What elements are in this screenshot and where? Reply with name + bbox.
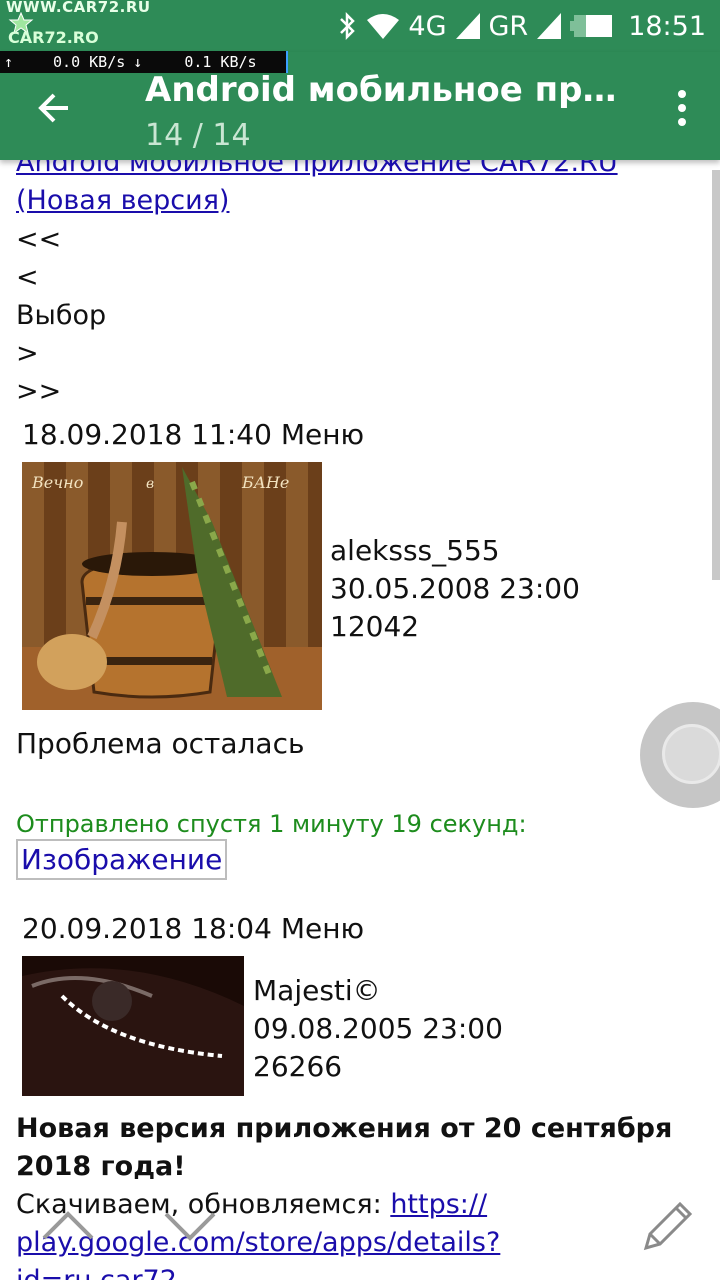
pencil-icon: [643, 1201, 693, 1251]
author-info: Majesti© 09.08.2005 23:00 26266: [253, 972, 503, 1086]
page-counter: 14 / 14: [145, 118, 251, 153]
avatar-caption-left: Вечно: [31, 473, 83, 492]
battery-icon: [570, 13, 614, 39]
net-speed-overlay: ↑ 0.0 KB/s ↓ 0.1 KB/s: [0, 51, 288, 73]
reply-button[interactable]: [636, 1196, 698, 1258]
post-date: 18.09.2018 11:40: [22, 418, 272, 451]
car72-logo: WWW.CAR72.RU CAR72.RO: [2, 0, 150, 50]
upload-arrow-icon: ↑: [4, 53, 14, 71]
chevron-up-icon: [42, 1211, 94, 1240]
chevron-down-icon: [164, 1212, 216, 1241]
post-menu-link[interactable]: Меню: [281, 418, 364, 451]
avatar-caption-right: БАНе: [241, 473, 289, 492]
post-date: 20.09.2018 18:04: [22, 912, 272, 945]
assistive-dot-icon: [662, 724, 720, 784]
post-menu-link[interactable]: Меню: [281, 912, 364, 945]
pager-choose[interactable]: Выбор: [16, 297, 106, 335]
post-header: 18.09.2018 11:40 Меню: [22, 418, 364, 451]
upload-speed: 0.0 KB/s: [53, 53, 126, 71]
status-bar: WWW.CAR72.RU CAR72.RO 4G GR 18:51: [0, 0, 720, 52]
author-post-count: 26266: [253, 1050, 343, 1083]
post-header: 20.09.2018 18:04 Меню: [22, 912, 364, 945]
topic-link-line1[interactable]: Android мобильное приложение CAR72.RU: [16, 160, 618, 182]
back-button[interactable]: [30, 84, 78, 132]
download-link-part1[interactable]: https://: [390, 1189, 487, 1220]
author-registered: 09.08.2005 23:00: [253, 1012, 503, 1045]
download-speed: 0.1 KB/s: [184, 53, 257, 71]
logo-brand: CAR72.RO: [8, 28, 99, 47]
pager-next[interactable]: >: [16, 335, 39, 373]
author-name[interactable]: Majesti©: [253, 972, 503, 1010]
download-link-part3[interactable]: id=ru.car72: [16, 1262, 500, 1280]
clock: 18:51: [628, 10, 706, 42]
author-info: aleksss_555 30.05.2008 23:00 12042: [330, 532, 580, 646]
avatar[interactable]: Вечно в БАНе: [22, 462, 322, 710]
post-headline: Новая версия приложения от 20 сентября 2…: [16, 1110, 672, 1186]
wifi-icon: [366, 12, 400, 40]
sauna-bucket-image: Вечно в БАНе: [22, 462, 322, 710]
avatar-caption-mid: в: [146, 476, 154, 492]
headlight-image: [22, 956, 244, 1096]
author-name[interactable]: aleksss_555: [330, 532, 580, 570]
network-type: 4G: [408, 10, 447, 42]
scrollbar-thumb[interactable]: [712, 170, 720, 580]
status-icons: 4G GR 18:51: [336, 8, 706, 44]
bluetooth-icon: [336, 11, 358, 41]
post-headline-line2: 2018 года!: [16, 1151, 186, 1182]
topic-link-line2[interactable]: (Новая версия): [16, 182, 618, 220]
scroll-up-button[interactable]: [38, 1200, 98, 1250]
roaming-label: GR: [488, 10, 529, 42]
arrow-back-icon: [38, 93, 68, 123]
signal-icon-1: [455, 12, 481, 40]
scroll-down-button[interactable]: [160, 1200, 220, 1250]
download-arrow-icon: ↓: [133, 53, 143, 71]
pager-prev[interactable]: <: [16, 259, 39, 297]
post-headline-line1: Новая версия приложения от 20 сентября: [16, 1113, 673, 1144]
page-title: Android мобильное при...: [145, 70, 635, 110]
sent-after-note: Отправлено спустя 1 минуту 19 секунд:: [16, 810, 527, 838]
topic-link[interactable]: Android мобильное приложение CAR72.RU (Н…: [16, 160, 618, 220]
image-link[interactable]: Изображение: [16, 839, 228, 880]
author-post-count: 12042: [330, 610, 420, 643]
signal-icon-2: [536, 12, 562, 40]
post-body: Проблема осталась: [16, 727, 305, 760]
thread-content: Android мобильное приложение CAR72.RU (Н…: [0, 160, 720, 1280]
overflow-menu-button[interactable]: [670, 88, 694, 128]
pager-first[interactable]: <<: [16, 221, 61, 259]
avatar[interactable]: [22, 956, 244, 1096]
author-registered: 30.05.2008 23:00: [330, 572, 580, 605]
pager-last[interactable]: >>: [16, 373, 61, 411]
more-vert-icon: [678, 90, 686, 126]
